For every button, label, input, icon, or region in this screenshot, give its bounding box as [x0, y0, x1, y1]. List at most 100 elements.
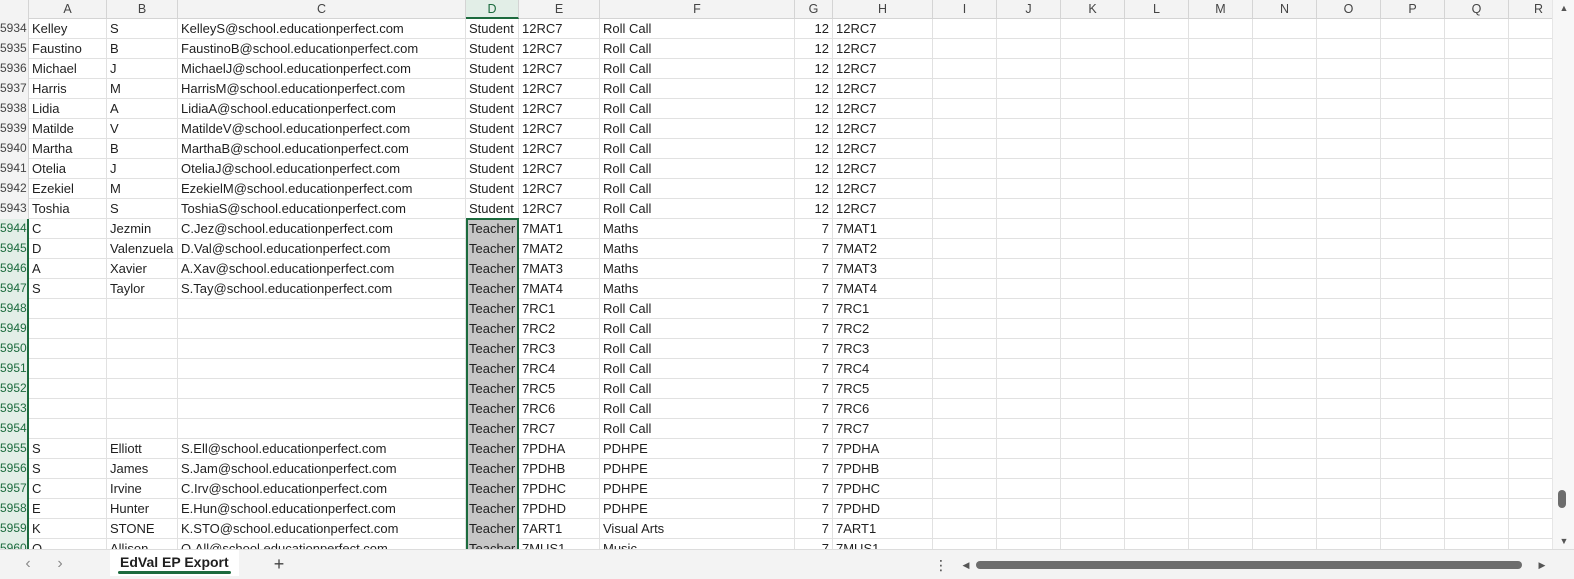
cell-d[interactable]: Student [466, 199, 519, 219]
cell-i[interactable] [933, 79, 997, 99]
cell-b[interactable] [107, 419, 178, 439]
cell-q[interactable] [1445, 239, 1509, 259]
cell-m[interactable] [1189, 139, 1253, 159]
cell-g[interactable]: 7 [795, 499, 833, 519]
cell-f[interactable]: Roll Call [600, 139, 795, 159]
cell-c[interactable]: C.Jez@school.educationperfect.com [178, 219, 466, 239]
cell-l[interactable] [1125, 299, 1189, 319]
cell-f[interactable]: Roll Call [600, 379, 795, 399]
cell-r[interactable] [1509, 479, 1552, 499]
column-header-l[interactable]: L [1125, 0, 1189, 19]
cell-f[interactable]: Roll Call [600, 39, 795, 59]
cell-c[interactable]: K.STO@school.educationperfect.com [178, 519, 466, 539]
cell-l[interactable] [1125, 419, 1189, 439]
cell-e[interactable]: 7MAT1 [519, 219, 600, 239]
cell-o[interactable] [1317, 459, 1381, 479]
cell-l[interactable] [1125, 399, 1189, 419]
cell-l[interactable] [1125, 99, 1189, 119]
cell-e[interactable]: 12RC7 [519, 99, 600, 119]
cell-g[interactable]: 7 [795, 219, 833, 239]
cell-p[interactable] [1381, 159, 1445, 179]
cell-n[interactable] [1253, 99, 1317, 119]
cell-b[interactable]: B [107, 139, 178, 159]
cell-l[interactable] [1125, 519, 1189, 539]
cell-e[interactable]: 7PDHD [519, 499, 600, 519]
cell-g[interactable]: 12 [795, 119, 833, 139]
cell-n[interactable] [1253, 499, 1317, 519]
cell-q[interactable] [1445, 39, 1509, 59]
cell-r[interactable] [1509, 119, 1552, 139]
cell-o[interactable] [1317, 399, 1381, 419]
cell-c[interactable]: O.All@school.educationperfect.com [178, 539, 466, 549]
cell-c[interactable]: KelleyS@school.educationperfect.com [178, 19, 466, 39]
cell-n[interactable] [1253, 179, 1317, 199]
cell-p[interactable] [1381, 479, 1445, 499]
cell-g[interactable]: 12 [795, 159, 833, 179]
cell-j[interactable] [997, 139, 1061, 159]
cell-f[interactable]: Maths [600, 259, 795, 279]
cell-q[interactable] [1445, 119, 1509, 139]
row-number[interactable]: 5944 [0, 219, 29, 239]
cell-a[interactable] [29, 299, 107, 319]
cell-m[interactable] [1189, 419, 1253, 439]
row-number[interactable]: 5957 [0, 479, 29, 499]
cell-a[interactable]: C [29, 479, 107, 499]
cell-i[interactable] [933, 279, 997, 299]
cell-r[interactable] [1509, 299, 1552, 319]
cell-i[interactable] [933, 379, 997, 399]
cell-d[interactable]: Teacher [466, 379, 519, 399]
cell-b[interactable]: M [107, 179, 178, 199]
vertical-scroll-thumb[interactable] [1558, 490, 1566, 508]
cell-q[interactable] [1445, 19, 1509, 39]
cell-p[interactable] [1381, 379, 1445, 399]
cell-h[interactable]: 12RC7 [833, 59, 933, 79]
cell-m[interactable] [1189, 319, 1253, 339]
cell-n[interactable] [1253, 379, 1317, 399]
cell-l[interactable] [1125, 279, 1189, 299]
cell-a[interactable] [29, 399, 107, 419]
cell-q[interactable] [1445, 299, 1509, 319]
cell-p[interactable] [1381, 219, 1445, 239]
cell-r[interactable] [1509, 539, 1552, 549]
cell-m[interactable] [1189, 519, 1253, 539]
cell-k[interactable] [1061, 399, 1125, 419]
cell-r[interactable] [1509, 139, 1552, 159]
column-header-h[interactable]: H [833, 0, 933, 19]
cell-q[interactable] [1445, 79, 1509, 99]
cell-f[interactable]: Roll Call [600, 399, 795, 419]
cell-f[interactable]: PDHPE [600, 439, 795, 459]
cell-f[interactable]: PDHPE [600, 479, 795, 499]
cell-a[interactable]: E [29, 499, 107, 519]
cell-o[interactable] [1317, 539, 1381, 549]
cell-n[interactable] [1253, 199, 1317, 219]
row-number[interactable]: 5939 [0, 119, 29, 139]
cell-h[interactable]: 7RC3 [833, 339, 933, 359]
horizontal-scrollbar[interactable]: ◀ ▶ [960, 558, 1550, 572]
cell-l[interactable] [1125, 179, 1189, 199]
cell-d[interactable]: Teacher [466, 319, 519, 339]
column-header-g[interactable]: G [795, 0, 833, 19]
cell-r[interactable] [1509, 19, 1552, 39]
cell-j[interactable] [997, 59, 1061, 79]
cell-a[interactable] [29, 379, 107, 399]
select-all-corner[interactable] [0, 0, 29, 19]
cell-a[interactable]: Lidia [29, 99, 107, 119]
cell-p[interactable] [1381, 319, 1445, 339]
cell-r[interactable] [1509, 59, 1552, 79]
cell-k[interactable] [1061, 79, 1125, 99]
cell-h[interactable]: 12RC7 [833, 19, 933, 39]
cell-i[interactable] [933, 339, 997, 359]
cell-h[interactable]: 7MAT2 [833, 239, 933, 259]
cell-e[interactable]: 7MUS1 [519, 539, 600, 549]
cell-d[interactable]: Teacher [466, 519, 519, 539]
cell-q[interactable] [1445, 199, 1509, 219]
cell-i[interactable] [933, 219, 997, 239]
row-number[interactable]: 5953 [0, 399, 29, 419]
cell-b[interactable] [107, 339, 178, 359]
cell-o[interactable] [1317, 79, 1381, 99]
cell-r[interactable] [1509, 519, 1552, 539]
cell-o[interactable] [1317, 139, 1381, 159]
cell-o[interactable] [1317, 219, 1381, 239]
cell-e[interactable]: 7RC7 [519, 419, 600, 439]
cell-a[interactable]: Martha [29, 139, 107, 159]
